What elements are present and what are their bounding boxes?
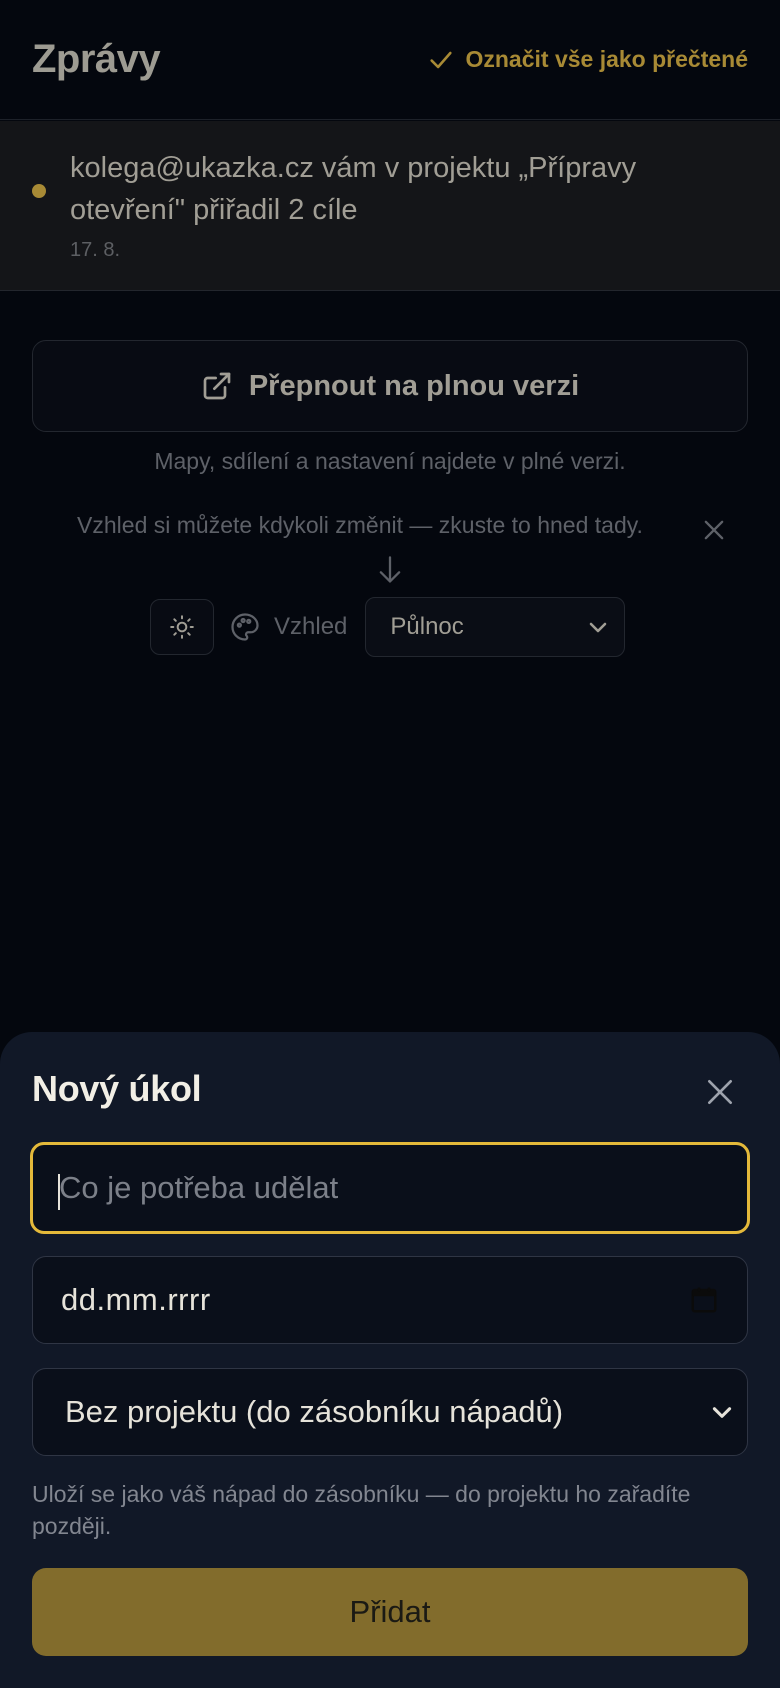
page-title: Zprávy: [32, 37, 161, 81]
task-input[interactable]: [30, 1142, 750, 1234]
project-select[interactable]: Bez projektu (do zásobníku nápadů): [32, 1368, 748, 1456]
chevron-down-icon: [590, 622, 607, 633]
project-select-value: Bez projektu (do zásobníku nápadů): [65, 1394, 564, 1429]
notification-date: 17. 8.: [70, 239, 121, 261]
mark-all-read-button[interactable]: Označit vše jako přečtené: [427, 46, 748, 74]
new-task-sheet: Nový úkol dd.mm.rrrr Bez projektu (do zá…: [0, 1032, 780, 1688]
switch-full-version-button[interactable]: Přepnout na plnou verzi: [32, 340, 748, 432]
notification-body: kolega@ukazka.cz vám v projektu „Příprav…: [70, 147, 748, 290]
sun-icon: [170, 615, 194, 639]
date-value: dd.mm.rrrr: [61, 1282, 211, 1317]
mark-all-read-label: Označit vše jako přečtené: [465, 46, 748, 72]
external-link-icon: [203, 372, 231, 400]
appearance-row: Vzhled Půlnoc: [150, 597, 626, 657]
switch-full-version-label: Přepnout na plnou verzi: [248, 369, 580, 402]
close-icon[interactable]: [700, 516, 728, 544]
add-task-button[interactable]: Přidat: [32, 1568, 748, 1656]
arrow-down-icon: [379, 556, 401, 583]
full-version-hint: Mapy, sdílení a nastavení najdete v plné…: [154, 448, 626, 474]
sheet-title: Nový úkol: [32, 1068, 202, 1109]
palette-icon: [231, 613, 259, 641]
calendar-icon[interactable]: [689, 1285, 719, 1315]
appearance-label: Vzhled: [274, 613, 348, 640]
check-icon: [430, 51, 453, 68]
chevron-down-icon: [712, 1407, 732, 1418]
theme-select-value: Půlnoc: [390, 613, 464, 640]
header: Zprávy Označit vše jako přečtené: [0, 0, 780, 120]
text-caret: [58, 1174, 60, 1210]
notifications-page: Zprávy Označit vše jako přečtené kolega@…: [0, 0, 780, 1688]
close-icon[interactable]: [704, 1076, 736, 1108]
theme-toggle-button[interactable]: [150, 599, 214, 655]
theme-select[interactable]: Půlnoc: [365, 597, 626, 657]
unread-dot: [32, 184, 46, 198]
sheet-hint: Uloží se jako váš nápad do zásobníku — d…: [32, 1481, 691, 1539]
notification-text: kolega@ukazka.cz vám v projektu „Příprav…: [70, 152, 637, 226]
notification-item[interactable]: kolega@ukazka.cz vám v projektu „Příprav…: [0, 121, 780, 291]
appearance-hint: Vzhled si můžete kdykoli změnit — zkuste…: [77, 512, 643, 538]
date-field[interactable]: dd.mm.rrrr: [32, 1256, 748, 1344]
